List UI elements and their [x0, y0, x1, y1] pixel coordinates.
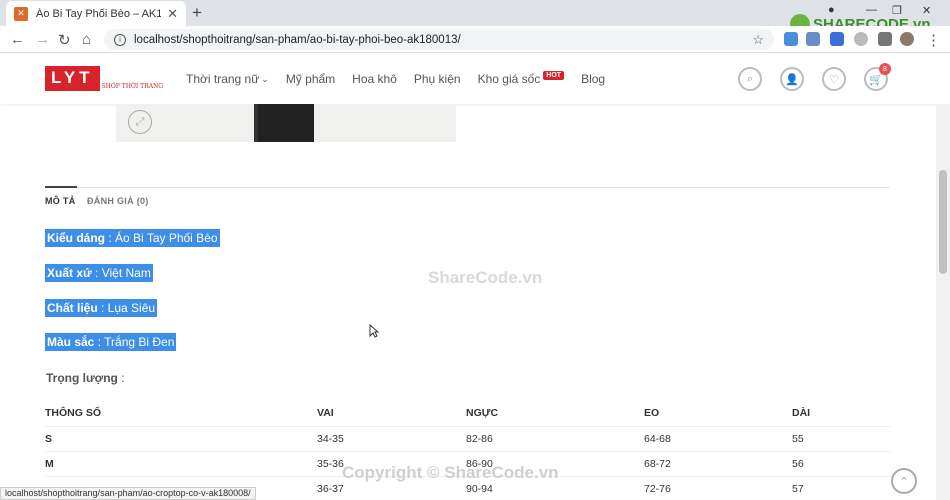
- size-table: THÔNG SỐ VAI NGỰC EO DÀI S 34-35 82-86 6…: [45, 401, 890, 500]
- browser-tab-bar: ✕ Áo Bi Tay Phối Bèo – AK180013 – ✕ + SH…: [0, 0, 950, 34]
- main-menu: Thời trang nữ ⌄ Mỹ phẩm Hoa khô Phụ kiện …: [186, 70, 622, 86]
- home-icon[interactable]: ⌂: [82, 31, 91, 48]
- restore-icon[interactable]: ❐: [892, 4, 902, 17]
- watermark-center: ShareCode.vn: [428, 268, 543, 287]
- back-to-top-icon[interactable]: ⌃: [891, 468, 917, 494]
- close-tab-icon[interactable]: ✕: [167, 6, 178, 22]
- table-cell: 82-86: [466, 426, 644, 452]
- watermark-copyright: Copyright © ShareCode.vn: [342, 463, 559, 482]
- profile-dropdown-icon[interactable]: ●: [828, 4, 835, 16]
- header-cell: DÀI: [792, 401, 890, 427]
- menu-item-hoa-kho[interactable]: Hoa khô: [352, 72, 397, 86]
- extension-translate-icon[interactable]: [806, 32, 820, 46]
- close-window-icon[interactable]: ✕: [922, 4, 931, 17]
- reload-icon[interactable]: ↻: [58, 31, 71, 49]
- bookmark-star-icon[interactable]: ☆: [752, 32, 764, 48]
- browser-tab[interactable]: ✕ Áo Bi Tay Phối Bèo – AK180013 – ✕: [6, 1, 186, 26]
- zoom-icon[interactable]: ⤢: [128, 110, 152, 134]
- active-tab-indicator: [45, 186, 77, 188]
- logo-subtitle: SHOP THỜI TRANG: [101, 83, 164, 90]
- table-cell: 68-72: [644, 451, 792, 477]
- header-cell: EO: [644, 401, 792, 427]
- attribute-weight: Trọng lượng :: [46, 371, 125, 385]
- table-cell: 57: [792, 476, 890, 500]
- browser-menu-icon[interactable]: ⋮: [926, 31, 941, 49]
- attribute-style: Kiểu dáng : Áo Bi Tay Phối Bèo: [45, 229, 220, 247]
- tabs-divider: [45, 187, 890, 188]
- table-cell: 55: [792, 426, 890, 452]
- extension-gray-icon[interactable]: [854, 32, 868, 46]
- tab-description[interactable]: MÔ TẢ: [45, 196, 76, 206]
- browser-toolbar: ← → ↻ ⌂ i localhost/shopthoitrang/san-ph…: [0, 26, 950, 53]
- attribute-color: Màu sắc : Trắng Bi Đen: [45, 333, 177, 351]
- table-cell: 56: [792, 451, 890, 477]
- header-cell: VAI: [317, 401, 466, 427]
- menu-item-thoi-trang-nu[interactable]: Thời trang nữ ⌄: [186, 72, 269, 86]
- search-icon[interactable]: ⌕: [738, 67, 762, 91]
- logo-mark: LYT: [45, 66, 100, 91]
- new-tab-button[interactable]: +: [192, 3, 202, 23]
- table-cell: 72-76: [644, 476, 792, 500]
- site-header: LYT SHOP THỜI TRANG Thời trang nữ ⌄ Mỹ ph…: [0, 54, 950, 104]
- attribute-origin: Xuất xứ : Việt Nam: [45, 264, 153, 282]
- menu-item-phu-kien[interactable]: Phụ kiện: [414, 72, 461, 86]
- extension-blue-icon[interactable]: [830, 32, 844, 46]
- extension-iq-icon[interactable]: [784, 32, 798, 46]
- extensions-puzzle-icon[interactable]: [878, 32, 892, 46]
- profile-avatar[interactable]: [900, 32, 914, 46]
- minimize-icon[interactable]: —: [866, 4, 877, 16]
- site-info-icon[interactable]: i: [114, 33, 126, 46]
- menu-item-my-pham[interactable]: Mỹ phẩm: [286, 72, 335, 86]
- forward-icon[interactable]: →: [35, 31, 50, 48]
- hot-badge: HOT: [543, 70, 565, 80]
- cart-count-badge: 8: [879, 63, 891, 75]
- product-image[interactable]: ⤢: [116, 104, 456, 142]
- tab-reviews[interactable]: ĐÁNH GIÁ (0): [87, 196, 149, 206]
- table-cell: M: [45, 451, 317, 477]
- site-logo[interactable]: LYT SHOP THỜI TRANG: [45, 66, 163, 91]
- product-garment: [254, 104, 314, 142]
- address-bar[interactable]: i localhost/shopthoitrang/san-pham/ao-bi…: [104, 29, 774, 50]
- mouse-cursor-icon: [369, 324, 379, 338]
- table-cell: S: [45, 426, 317, 452]
- menu-item-blog[interactable]: Blog: [581, 72, 605, 86]
- site-favicon-icon: ✕: [14, 6, 28, 21]
- table-cell: 34-35: [317, 426, 466, 452]
- header-cell: THÔNG SỐ: [45, 401, 317, 427]
- menu-item-kho-gia-soc[interactable]: Kho giá sốc HOT: [478, 70, 565, 86]
- status-bar-url: localhost/shopthoitrang/san-pham/ao-crop…: [0, 487, 256, 500]
- wishlist-heart-icon[interactable]: ♡: [822, 67, 846, 91]
- back-icon[interactable]: ←: [10, 31, 25, 48]
- browser-tab-title: Áo Bi Tay Phối Bèo – AK180013 –: [36, 7, 162, 20]
- table-cell: 64-68: [644, 426, 792, 452]
- address-url[interactable]: localhost/shopthoitrang/san-pham/ao-bi-t…: [134, 34, 752, 46]
- page-scrollbar[interactable]: [936, 104, 950, 500]
- header-cell: NGỰC: [466, 401, 644, 427]
- table-row: S 34-35 82-86 64-68 55: [45, 426, 890, 452]
- attribute-material: Chất liệu : Lụa Siêu: [45, 299, 158, 317]
- account-icon[interactable]: 👤: [780, 67, 804, 91]
- size-table-header: THÔNG SỐ VAI NGỰC EO DÀI: [45, 401, 890, 427]
- scrollbar-thumb[interactable]: [939, 170, 947, 274]
- chevron-down-icon: ⌄: [261, 73, 269, 84]
